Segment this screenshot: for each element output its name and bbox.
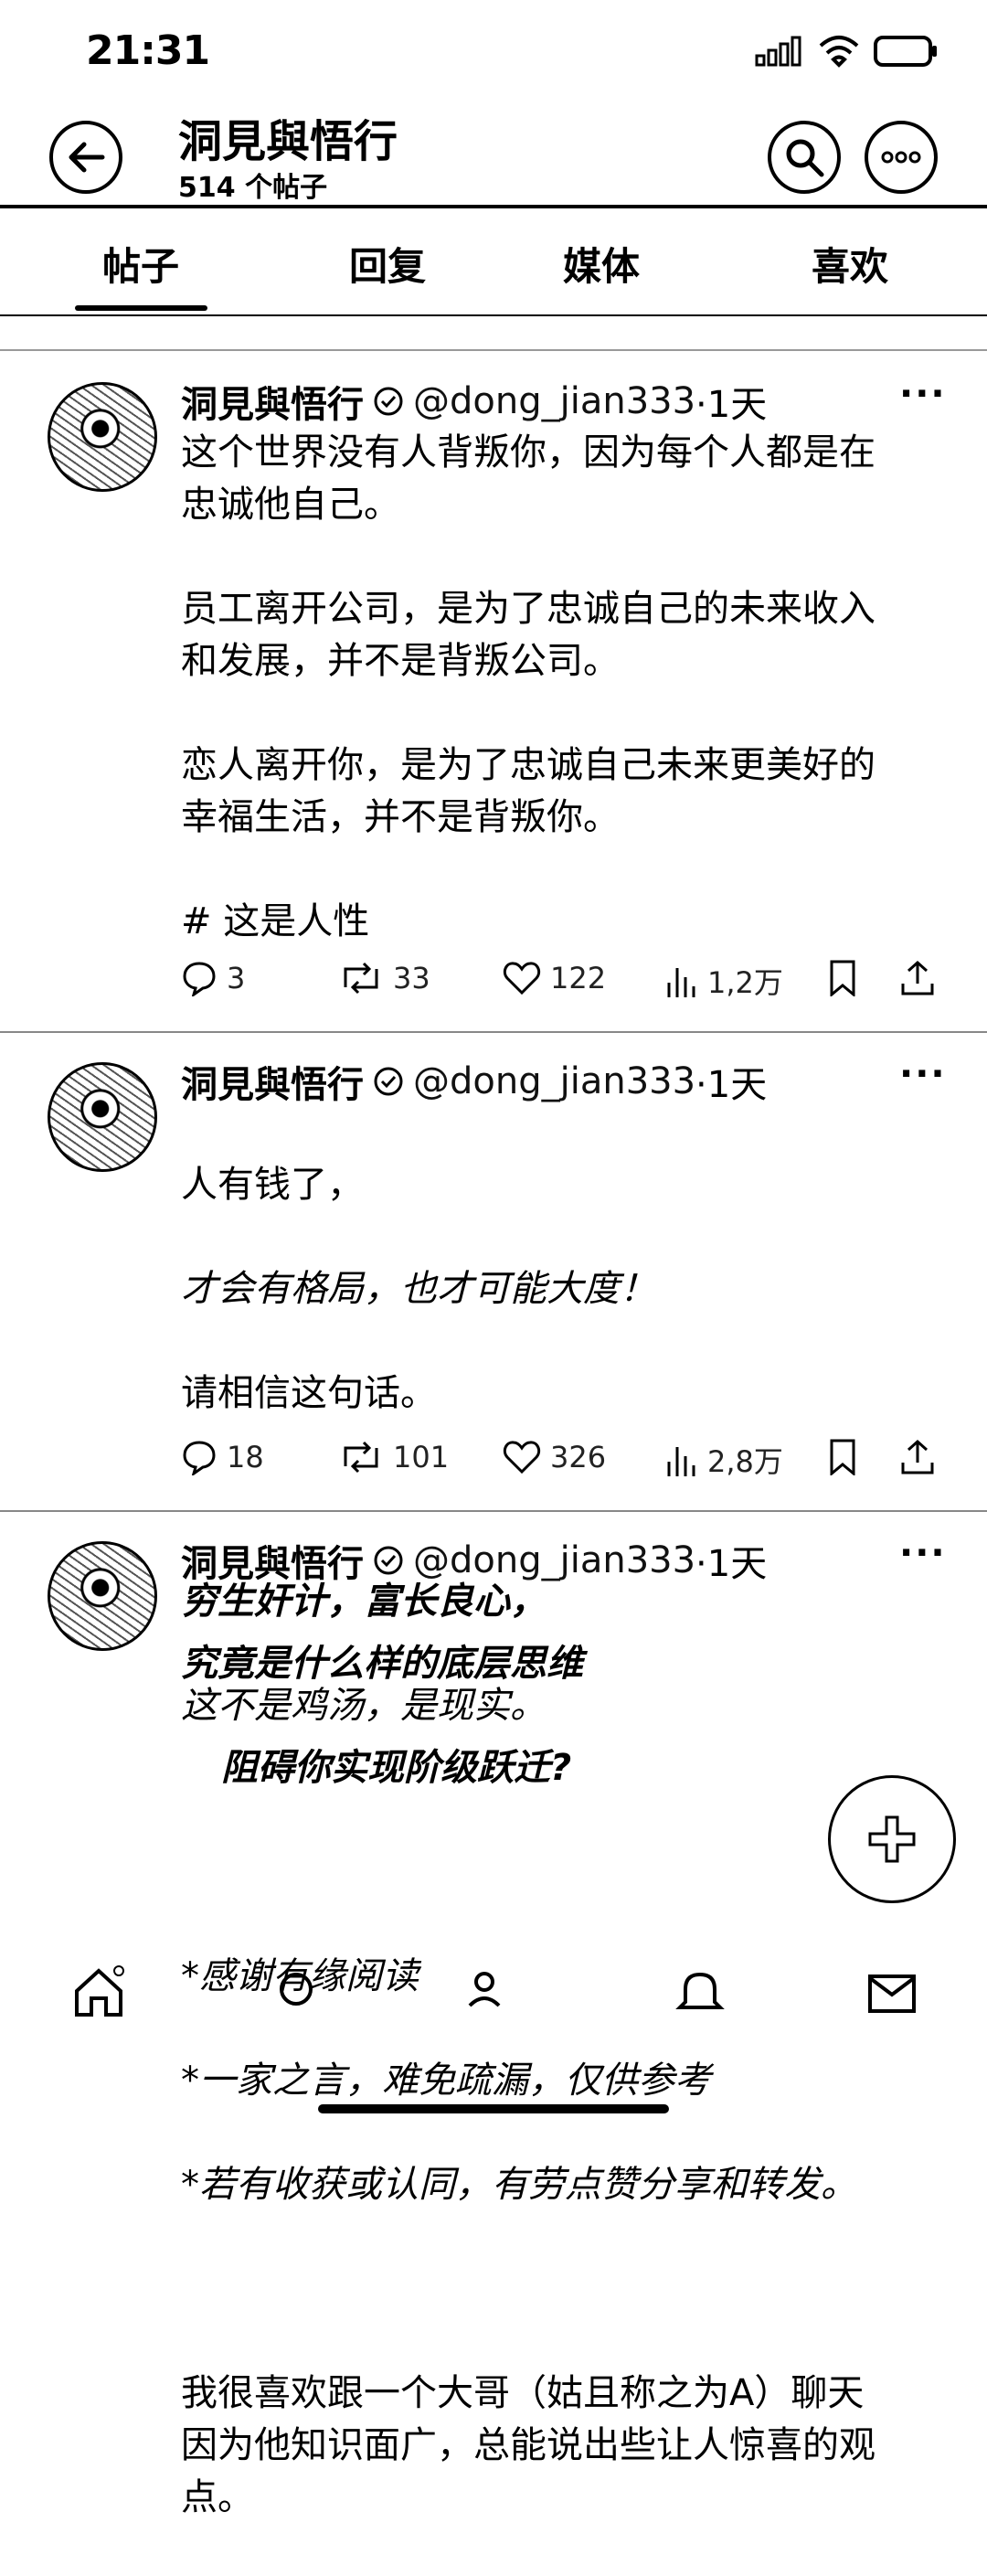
status-time: 21:31 [86,27,210,74]
avatar[interactable] [48,1541,157,1651]
avatar[interactable] [48,1062,157,1172]
more-icon [881,151,921,164]
verified-badge-icon [374,1546,403,1575]
post-line: *若有收获或认同，有劳点赞分享和转发。 [181,2164,857,2206]
repost-count: 101 [393,1440,450,1474]
tab-posts[interactable]: 帖子 [102,236,179,292]
repost-button[interactable]: 33 [338,960,430,996]
search-icon [786,139,824,177]
repost-icon [344,962,378,995]
reply-count: 3 [227,961,246,995]
author-handle[interactable]: @dong_jian333 [413,1060,695,1102]
heart-icon [503,962,541,995]
post-menu-icon[interactable]: ··· [899,1053,947,1095]
battery-icon [874,36,937,67]
post-divider [0,1510,987,1512]
post-line: 请相信这句话。 [181,1372,437,1414]
back-button[interactable] [49,121,122,194]
reply-icon [183,962,216,996]
tab-likes[interactable]: 喜欢 [812,236,888,292]
header-divider [0,205,987,208]
plus-icon [868,1815,916,1863]
reply-button[interactable]: 3 [181,960,245,996]
views-icon [667,968,695,997]
messages-icon[interactable] [865,1965,919,2020]
like-count: 122 [550,961,607,995]
verified-badge-icon [374,387,403,416]
post-line: 人有钱了， [181,1164,364,1206]
author-name[interactable]: 洞見與悟行 [181,375,364,428]
search-nav-icon[interactable] [272,1965,327,2020]
post-header: 洞見與悟行 @dong_jian333 ·1天 [181,1534,767,1587]
views-icon [667,1447,695,1476]
post-header: 洞見與悟行 @dong_jian333 ·1天 [181,375,767,428]
compose-button[interactable] [828,1775,956,1903]
post-time: ·1天 [695,1543,768,1585]
post-time: ·1天 [695,1064,768,1106]
post-header: 洞見與悟行 @dong_jian333 ·1天 [181,1055,767,1108]
tab-indicator [75,305,207,311]
repost-count: 33 [393,961,430,995]
feed-top-divider [0,349,987,351]
author-handle[interactable]: @dong_jian333 [413,380,695,422]
post-menu-icon[interactable]: ··· [899,373,947,415]
verified-badge-icon [374,1067,403,1096]
post-time: ·1天 [695,384,768,426]
repost-icon [344,1441,378,1474]
communities-icon[interactable] [464,1965,519,2020]
search-button[interactable] [768,121,841,194]
author-handle[interactable]: @dong_jian333 [413,1539,695,1581]
view-count: 2,8万 [707,1444,783,1479]
post-actions: 18 101 326 2,8万 [0,1439,987,1479]
share-icon[interactable] [899,960,936,996]
post-line: 才会有格局，也才可能大度！ [181,1268,656,1310]
author-name[interactable]: 洞見與悟行 [181,1534,364,1587]
bookmark-icon[interactable] [828,960,857,996]
home-indicator [318,2104,669,2113]
bookmark-icon[interactable] [828,1439,857,1475]
post-actions: 3 33 122 1,2万 [0,960,987,1000]
views-button[interactable]: 2,8万 [665,1439,783,1481]
author-name[interactable]: 洞見與悟行 [181,1055,364,1108]
post-count: 514 个帖子 [178,172,328,204]
post-line: *一家之言，难免疏漏，仅供参考 [181,2060,711,2102]
home-icon[interactable] [71,1965,126,2020]
signal-icon [755,36,801,67]
reply-icon [183,1441,216,1475]
more-options-button[interactable] [865,121,938,194]
arrow-left-icon [69,142,105,173]
repost-button[interactable]: 101 [338,1439,449,1475]
post-text: 这个世界没有人背叛你，因为每个人都是在 忠诚他自己。 员工离开公司，是为了忠诚自… [181,431,876,942]
tab-media[interactable]: 媒体 [563,236,640,292]
tab-replies[interactable]: 回复 [349,236,426,292]
post-text: 究竟是什么样的底层思维 阻碍你实现阶级跃迁? *感谢有缘阅读 *一家之言，难免疏… [181,1586,985,2576]
wifi-icon [819,36,859,68]
reply-button[interactable]: 18 [181,1439,264,1475]
like-button[interactable]: 122 [503,960,606,996]
view-count: 1,2万 [707,965,783,1000]
tab-divider [0,314,987,316]
heart-icon [503,1441,541,1474]
reply-count: 18 [227,1440,264,1474]
post-line: 究竟是什么样的底层思维 [181,1643,583,1685]
like-button[interactable]: 326 [503,1439,606,1475]
avatar[interactable] [48,382,157,492]
notifications-icon[interactable] [673,1965,727,2020]
post-menu-icon[interactable]: ··· [899,1532,947,1574]
page-title: 洞見與悟行 [178,116,398,167]
views-button[interactable]: 1,2万 [665,960,783,1002]
share-icon[interactable] [899,1439,936,1475]
post-divider [0,1031,987,1033]
like-count: 326 [550,1440,607,1474]
status-icons [755,35,939,68]
post-line: 我很喜欢跟一个大哥（姑且称之为A）聊天 因为他知识面广，总能说出些让人惊喜的观 … [181,2372,876,2518]
